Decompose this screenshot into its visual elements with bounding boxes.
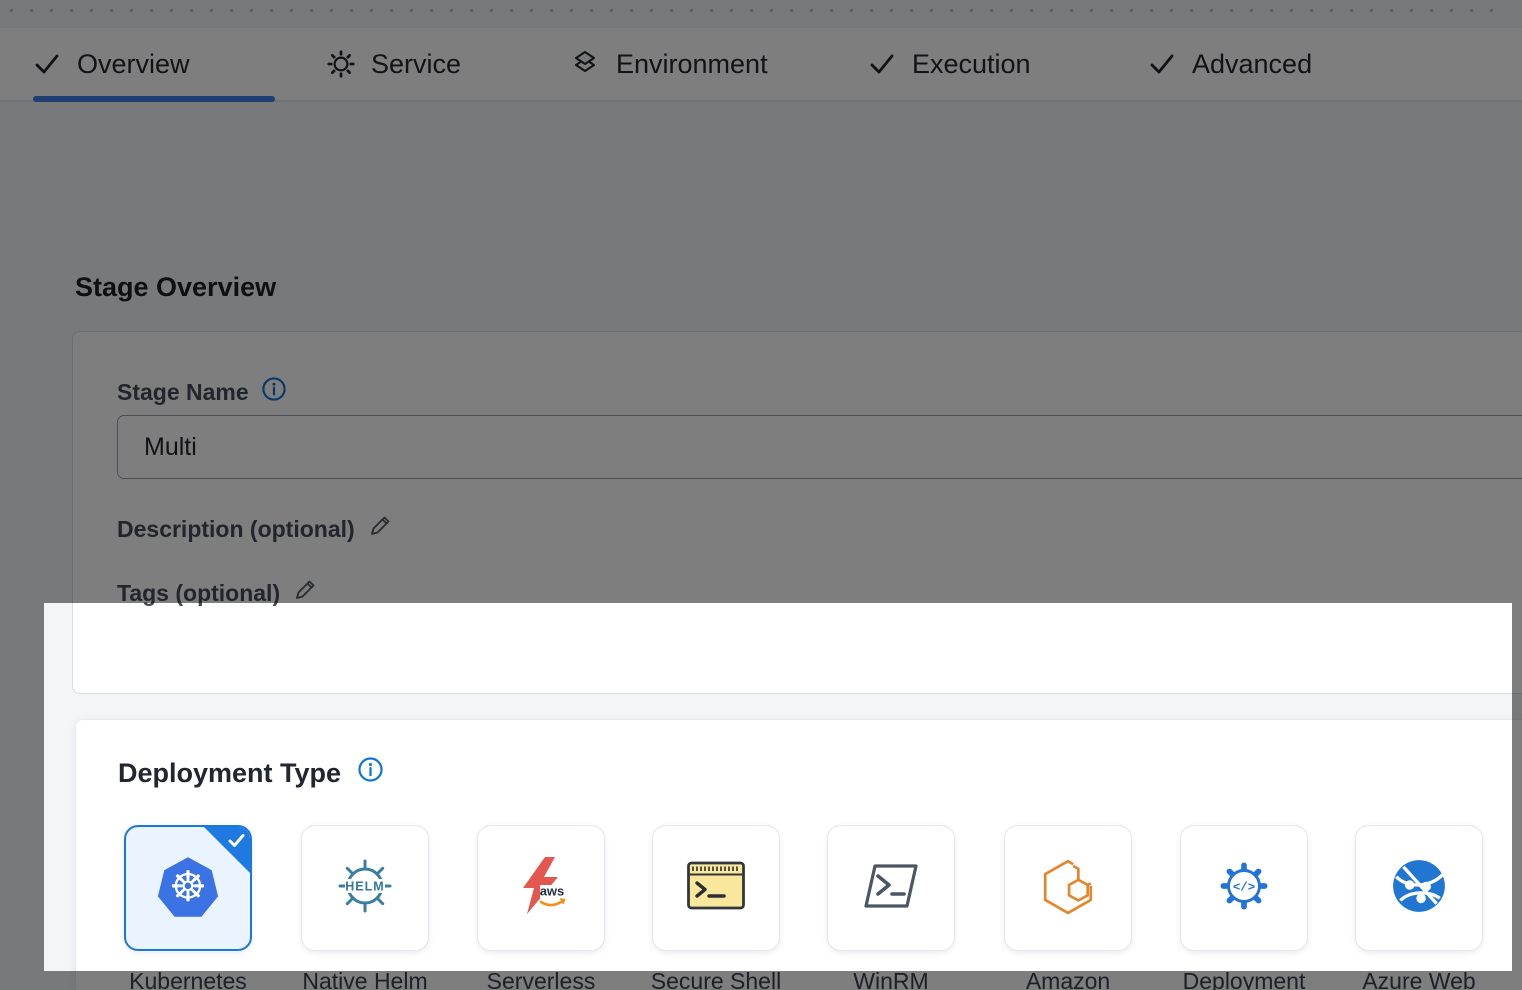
tile-label-serverless-lambda: Serverless Lambda bbox=[475, 966, 607, 990]
info-icon[interactable] bbox=[261, 376, 287, 408]
tile-label-amazon-ecs: Amazon ECS bbox=[1002, 966, 1134, 990]
winrm-icon bbox=[862, 861, 920, 916]
tab-label: Overview bbox=[77, 49, 190, 80]
tile-label-secure-shell: Secure Shell bbox=[650, 966, 782, 990]
deployment-tile-azure-web-apps[interactable] bbox=[1355, 825, 1483, 951]
helm-icon: HELM bbox=[333, 854, 397, 923]
edit-pencil-icon[interactable] bbox=[367, 513, 393, 545]
tile-label-winrm: WinRM bbox=[825, 966, 957, 990]
gear-icon bbox=[327, 50, 355, 78]
deployment-tile-native-helm[interactable]: HELM bbox=[301, 825, 429, 951]
stage-name-label: Stage Name bbox=[117, 379, 249, 406]
tab-label: Service bbox=[371, 49, 461, 80]
deployment-type-title: Deployment Type bbox=[118, 758, 341, 789]
tab-label: Execution bbox=[912, 49, 1031, 80]
deployment-tile-winrm[interactable] bbox=[827, 825, 955, 951]
dot-grid bbox=[10, 9, 1510, 12]
stage-name-label-row: Stage Name bbox=[117, 376, 287, 408]
tile-label-kubernetes: Kubernetes bbox=[122, 966, 254, 990]
azure-web-apps-icon bbox=[1390, 857, 1448, 920]
stage-content: Stage Overview Stage Name Description (o… bbox=[0, 102, 1522, 990]
deployment-tile-serverless-lambda[interactable]: aws bbox=[477, 825, 605, 951]
deployment-template-icon: </> bbox=[1213, 855, 1275, 922]
info-icon[interactable] bbox=[357, 756, 384, 790]
tags-label-row: Tags (optional) bbox=[117, 577, 318, 609]
tab-execution[interactable]: Execution bbox=[868, 28, 1031, 100]
svg-text:aws: aws bbox=[540, 883, 565, 898]
tile-label-azure-web-apps: Azure Web Apps bbox=[1353, 966, 1485, 990]
tile-label-native-helm: Native Helm bbox=[299, 966, 431, 990]
deployment-type-title-row: Deployment Type bbox=[118, 756, 384, 790]
check-icon bbox=[1148, 50, 1176, 78]
deployment-tile-amazon-ecs[interactable] bbox=[1004, 825, 1132, 951]
description-label-row: Description (optional) bbox=[117, 513, 393, 545]
selected-check-icon bbox=[228, 832, 245, 854]
tab-service[interactable]: Service bbox=[327, 28, 461, 100]
page-title: Stage Overview bbox=[75, 272, 276, 303]
secure-shell-icon bbox=[686, 860, 746, 917]
tab-label: Environment bbox=[616, 49, 768, 80]
layers-icon bbox=[570, 49, 600, 79]
tab-label: Advanced bbox=[1192, 49, 1312, 80]
description-label: Description (optional) bbox=[117, 516, 355, 543]
serverless-aws-icon: aws bbox=[512, 855, 570, 922]
amazon-ecs-icon bbox=[1039, 857, 1097, 920]
tab-environment[interactable]: Environment bbox=[570, 28, 768, 100]
deployment-tile-kubernetes[interactable]: ☸ bbox=[124, 825, 252, 951]
tab-advanced[interactable]: Advanced bbox=[1148, 28, 1312, 100]
stage-name-input[interactable] bbox=[117, 415, 1522, 479]
tab-overview[interactable]: Overview bbox=[33, 28, 190, 100]
pipeline-canvas-strip bbox=[0, 0, 1522, 28]
svg-text:</>: </> bbox=[1233, 880, 1255, 894]
stage-overview-card: Stage Name Description (optional) Tags (… bbox=[72, 331, 1522, 694]
tags-label: Tags (optional) bbox=[117, 580, 280, 607]
svg-text:HELM: HELM bbox=[345, 879, 384, 893]
stage-tabbar: Overview Service Environment bbox=[0, 28, 1522, 102]
tile-label-deployment-template: Deployment Template bbox=[1178, 966, 1310, 990]
deployment-tile-deployment-template[interactable]: </> bbox=[1180, 825, 1308, 951]
edit-pencil-icon[interactable] bbox=[292, 577, 318, 609]
check-icon bbox=[33, 50, 61, 78]
check-icon bbox=[868, 50, 896, 78]
deployment-tile-secure-shell[interactable] bbox=[652, 825, 780, 951]
